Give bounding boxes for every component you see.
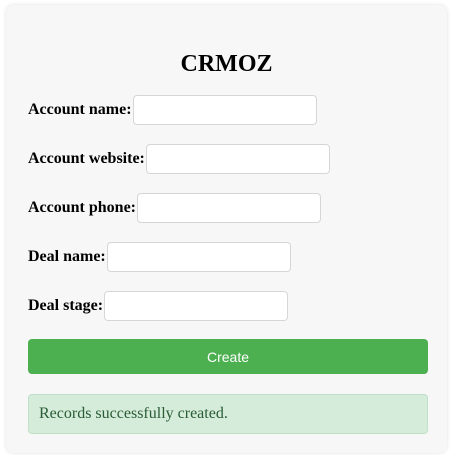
account-name-label: Account name: [28, 101, 132, 118]
account-name-input[interactable] [132, 95, 317, 125]
success-alert: Records successfully created. [28, 394, 428, 434]
account-phone-row: Account phone: [28, 191, 322, 225]
account-phone-label: Account phone: [28, 199, 137, 216]
page-title: CRMOZ [180, 51, 273, 77]
account-phone-input[interactable] [137, 193, 322, 223]
account-website-input[interactable] [145, 144, 330, 174]
form-card: CRMOZ Account name: Account website: Acc… [6, 5, 447, 453]
deal-stage-row: Deal stage: [28, 289, 289, 323]
deal-stage-input[interactable] [104, 291, 289, 321]
create-button[interactable]: Create [28, 339, 428, 374]
deal-name-row: Deal name: [28, 240, 291, 274]
account-website-label: Account website: [28, 150, 145, 167]
account-website-row: Account website: [28, 142, 330, 176]
deal-name-input[interactable] [106, 242, 291, 272]
deal-name-label: Deal name: [28, 248, 106, 265]
deal-stage-label: Deal stage: [28, 297, 104, 314]
account-name-row: Account name: [28, 93, 317, 127]
